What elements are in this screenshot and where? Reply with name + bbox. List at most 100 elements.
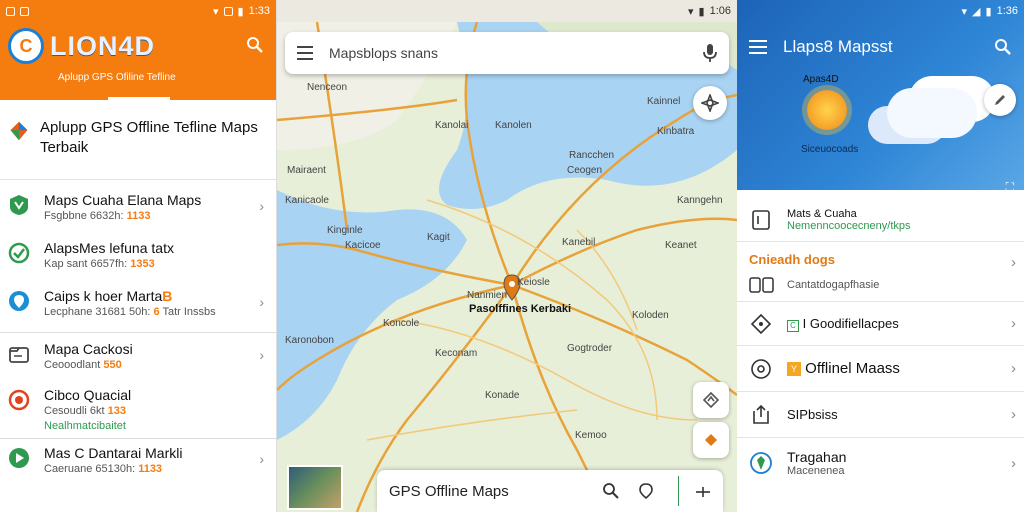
search-icon[interactable] <box>246 36 264 59</box>
map-phone-panel: ▾ ▮ 1:06 Nenceon Kanolai Kanolen Kainnel… <box>277 0 737 512</box>
list-item[interactable]: Tragahan Macenenea › <box>737 438 1024 488</box>
map-label: Ceogen <box>567 165 603 176</box>
item-accent: 133 <box>107 405 126 417</box>
sun-illustration <box>807 90 847 130</box>
item-name: Tragahan <box>787 449 847 465</box>
map-label: Kainnel <box>647 96 681 107</box>
list-item[interactable]: Cibco Quacial Cesoudli 6kt 133 Nealhmatcib… <box>0 387 276 432</box>
app-logo: C LION4D <box>8 28 155 64</box>
directions-button[interactable] <box>693 382 729 418</box>
map-shield-icon <box>10 195 28 215</box>
chevron-right-icon: › <box>259 347 264 363</box>
wifi-icon: ▾ <box>687 5 694 18</box>
logo-badge: C <box>8 28 44 64</box>
divider <box>0 332 276 333</box>
chevron-right-icon: › <box>1011 315 1016 332</box>
app-header: ▾ ◢ ▮ 1:36 Llaps8 Mapsst Apas4D Siceuocoads… <box>737 0 1024 194</box>
header-subtitle: Aplupp GPS Ofiline Tefline <box>58 72 176 83</box>
search-icon[interactable] <box>994 38 1012 56</box>
cards-icon <box>749 277 774 293</box>
map-label: Koloden <box>632 310 669 321</box>
map-thumbnail[interactable] <box>287 465 343 510</box>
map-label: Nanmien <box>467 290 508 301</box>
chevron-right-icon: › <box>259 198 264 214</box>
search-input[interactable]: Mapsblops snans <box>329 45 703 61</box>
page-title: Aplupp GPS Offline Tefline Maps Terbaik <box>39 119 258 156</box>
map-label: Kanolai <box>435 120 469 131</box>
document-icon <box>752 209 770 230</box>
edit-button[interactable] <box>984 84 1016 116</box>
play-icon <box>9 448 29 468</box>
diamond-icon <box>750 313 772 334</box>
item-meta: Ceooodlant <box>44 359 104 371</box>
left-phone-panel: ▾ ▮ 1:33 C LION4D Aplupp GPS Ofiline Tefli… <box>0 0 277 512</box>
map-label: Kanolen <box>495 120 532 131</box>
divider <box>678 476 679 506</box>
app-header: C LION4D Aplupp GPS Ofiline Tefline <box>0 22 276 100</box>
status-bar: ▾ ▮ 1:06 <box>277 0 737 22</box>
item-meta: Cesoudli 6kt <box>44 405 108 417</box>
chevron-right-icon: › <box>259 451 264 467</box>
bottom-sheet-bar[interactable]: GPS Offline Maps <box>377 470 723 512</box>
map-label: Keiosle <box>517 277 550 288</box>
list-item[interactable]: Mas C Dantarai Markli Caeruane 65130h: 11… <box>0 445 276 475</box>
chevron-right-icon: › <box>1011 406 1016 423</box>
logo-text: LION4D <box>50 30 156 61</box>
item-accent: 1133 <box>126 210 151 222</box>
item-name: AlapsMes lefuna tatx <box>44 240 174 256</box>
hero-subtitle: Siceuocoads <box>801 144 859 155</box>
item-badge: C <box>787 319 799 332</box>
item-name: I Goodifiellacpes <box>802 315 899 331</box>
item-accent: 1133 <box>138 463 163 475</box>
item-name: Cibco Quacial <box>44 387 132 403</box>
item-name: Offlinel Maass <box>805 360 900 377</box>
current-location-label: Pasolffines Kerbaki <box>469 303 572 315</box>
map-label: Karonobon <box>285 335 334 346</box>
target-icon <box>751 358 771 379</box>
item-link[interactable]: Nemenncoocecneny/tkps <box>787 220 1012 232</box>
compass-icon <box>8 389 30 411</box>
item-meta: Macenenea <box>787 465 845 477</box>
chevron-right-icon: › <box>1011 454 1016 472</box>
navigate-button[interactable] <box>693 422 729 458</box>
item-name: Mats & Cuaha <box>787 207 857 220</box>
locate-button[interactable] <box>693 86 727 120</box>
list-item[interactable]: Mats & Cuaha Nemenncoocecneny/tkps <box>737 190 1024 242</box>
list-item[interactable]: Y Offlinel Maass › <box>737 346 1024 392</box>
battery-icon: ▮ <box>985 5 992 18</box>
chevron-right-icon: › <box>1011 360 1016 377</box>
list-section[interactable]: Cnieadh dogs Cantatdogapfhasie › <box>737 242 1024 302</box>
list-item[interactable]: Mapa Cackosi Ceooodlant 550 › <box>0 341 276 371</box>
navigation-arrow-icon <box>705 434 717 446</box>
map-label: Kanebil <box>562 237 596 248</box>
toolbar: Llaps8 Mapsst <box>737 22 1024 72</box>
item-meta: Fsgbbne 6632h: <box>44 210 127 222</box>
status-time: 1:06 <box>709 5 731 17</box>
wifi-icon: ▾ <box>961 5 968 18</box>
map-canvas[interactable] <box>277 0 737 512</box>
map-label: Gogtroder <box>567 343 613 354</box>
list-item[interactable]: Maps Cuaha Elana Maps Fsgbbne 6632h: 1133… <box>0 192 276 222</box>
microphone-icon[interactable] <box>703 43 717 63</box>
menu-icon[interactable] <box>297 46 315 60</box>
map-search-bar[interactable]: Mapsblops snans <box>285 32 729 74</box>
page-title-row: Aplupp GPS Offline Tefline Maps Terbaik <box>0 100 276 180</box>
item-name: Maps Cuaha Elana Maps <box>44 192 202 208</box>
location-icon[interactable] <box>638 482 654 500</box>
list-item[interactable]: Caips k hoer MartaB Lecphane 31681 50h: 6… <box>0 288 276 318</box>
toolbar-title: Llaps8 Mapsst <box>783 37 893 56</box>
battery-icon: ▮ <box>698 5 705 18</box>
map-label: Kacicoe <box>345 240 381 251</box>
battery-icon: ▮ <box>237 5 244 18</box>
list-item[interactable]: SIPbsiss › <box>737 392 1024 438</box>
app-notification-icon <box>20 6 29 16</box>
status-bar: ▾ ▮ 1:33 <box>0 0 276 22</box>
search-icon[interactable] <box>602 482 620 500</box>
list-item[interactable]: C I Goodifiellacpes › <box>737 302 1024 346</box>
list-item[interactable]: AlapsMes lefuna tatx Kap sant 6657fh: 135… <box>0 240 276 270</box>
map-label: Rancchen <box>569 150 615 161</box>
item-status-link[interactable]: Nealhmatcibaitet <box>44 420 268 432</box>
item-accent: 550 <box>103 359 122 371</box>
layers-icon[interactable] <box>695 484 711 498</box>
menu-icon[interactable] <box>749 40 767 54</box>
